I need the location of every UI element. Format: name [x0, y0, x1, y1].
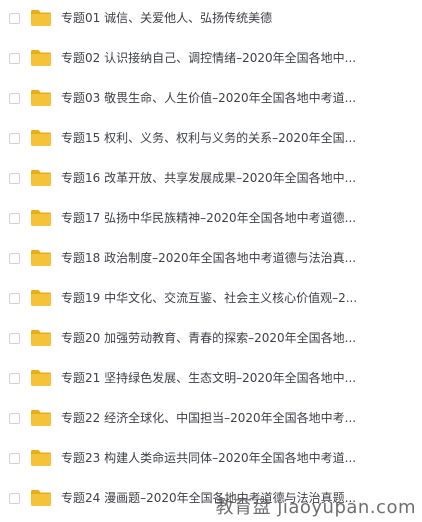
folder-icon [30, 89, 52, 107]
folder-name[interactable]: 专题15 权利、义务、权利与义务的关系–2020年全国... [61, 131, 361, 145]
list-item[interactable]: 专题20 加强劳动教育、青春的探索–2020年全国各地... [0, 318, 422, 358]
select-checkbox[interactable] [9, 92, 20, 104]
folder-icon [30, 369, 52, 387]
select-checkbox[interactable] [9, 372, 20, 384]
select-checkbox[interactable] [9, 12, 20, 24]
select-checkbox[interactable] [9, 332, 20, 344]
watermark: 教育盘 jiaoyupan.com [215, 497, 416, 518]
folder-name[interactable]: 专题19 中华文化、交流互鉴、社会主义核心价值观–2... [61, 291, 361, 305]
list-item[interactable]: 专题21 坚持绿色发展、生态文明–2020年全国各地中... [0, 358, 422, 398]
folder-name[interactable]: 专题20 加强劳动教育、青春的探索–2020年全国各地... [61, 331, 361, 345]
list-item[interactable]: 专题22 经济全球化、中国担当–2020年全国各地中考... [0, 398, 422, 438]
folder-icon [30, 289, 52, 307]
folder-icon [30, 9, 52, 27]
folder-icon [30, 329, 52, 347]
list-item[interactable]: 专题17 弘扬中华民族精神–2020年全国各地中考道德... [0, 198, 422, 238]
select-checkbox[interactable] [9, 492, 20, 504]
list-item[interactable]: 专题02 认识接纳自己、调控情绪–2020年全国各地中... [0, 38, 422, 78]
folder-icon [30, 49, 52, 67]
folder-name[interactable]: 专题18 政治制度–2020年全国各地中考道德与法治真... [61, 251, 361, 265]
select-checkbox[interactable] [9, 452, 20, 464]
folder-name[interactable]: 专题21 坚持绿色发展、生态文明–2020年全国各地中... [61, 371, 361, 385]
folder-name[interactable]: 专题22 经济全球化、中国担当–2020年全国各地中考... [61, 411, 361, 425]
list-item[interactable]: 专题03 敬畏生命、人生价值–2020年全国各地中考道... [0, 78, 422, 118]
folder-icon [30, 449, 52, 467]
folder-icon [30, 489, 52, 507]
select-checkbox[interactable] [9, 52, 20, 64]
folder-name[interactable]: 专题23 构建人类命运共同体–2020年全国各地中考道... [61, 451, 361, 465]
folder-name[interactable]: 专题03 敬畏生命、人生价值–2020年全国各地中考道... [61, 91, 361, 105]
select-checkbox[interactable] [9, 172, 20, 184]
folder-icon [30, 249, 52, 267]
select-checkbox[interactable] [9, 252, 20, 264]
list-item[interactable]: 专题16 改革开放、共享发展成果–2020年全国各地中... [0, 158, 422, 198]
folder-name[interactable]: 专题17 弘扬中华民族精神–2020年全国各地中考道德... [61, 211, 361, 225]
select-checkbox[interactable] [9, 132, 20, 144]
folder-name[interactable]: 专题02 认识接纳自己、调控情绪–2020年全国各地中... [61, 51, 361, 65]
folder-icon [30, 409, 52, 427]
list-item[interactable]: 专题23 构建人类命运共同体–2020年全国各地中考道... [0, 438, 422, 478]
folder-icon [30, 209, 52, 227]
select-checkbox[interactable] [9, 292, 20, 304]
file-list: 专题01 诚信、关爱他人、弘扬传统美德 专题02 认识接纳自己、调控情绪–202… [0, 0, 422, 522]
folder-name[interactable]: 专题16 改革开放、共享发展成果–2020年全国各地中... [61, 171, 361, 185]
folder-icon [30, 169, 52, 187]
select-checkbox[interactable] [9, 412, 20, 424]
folder-name[interactable]: 专题01 诚信、关爱他人、弘扬传统美德 [61, 11, 361, 25]
list-item[interactable]: 专题15 权利、义务、权利与义务的关系–2020年全国... [0, 118, 422, 158]
folder-icon [30, 129, 52, 147]
list-item[interactable]: 专题19 中华文化、交流互鉴、社会主义核心价值观–2... [0, 278, 422, 318]
list-item[interactable]: 专题18 政治制度–2020年全国各地中考道德与法治真... [0, 238, 422, 278]
list-item[interactable]: 专题01 诚信、关爱他人、弘扬传统美德 [0, 0, 422, 38]
select-checkbox[interactable] [9, 212, 20, 224]
